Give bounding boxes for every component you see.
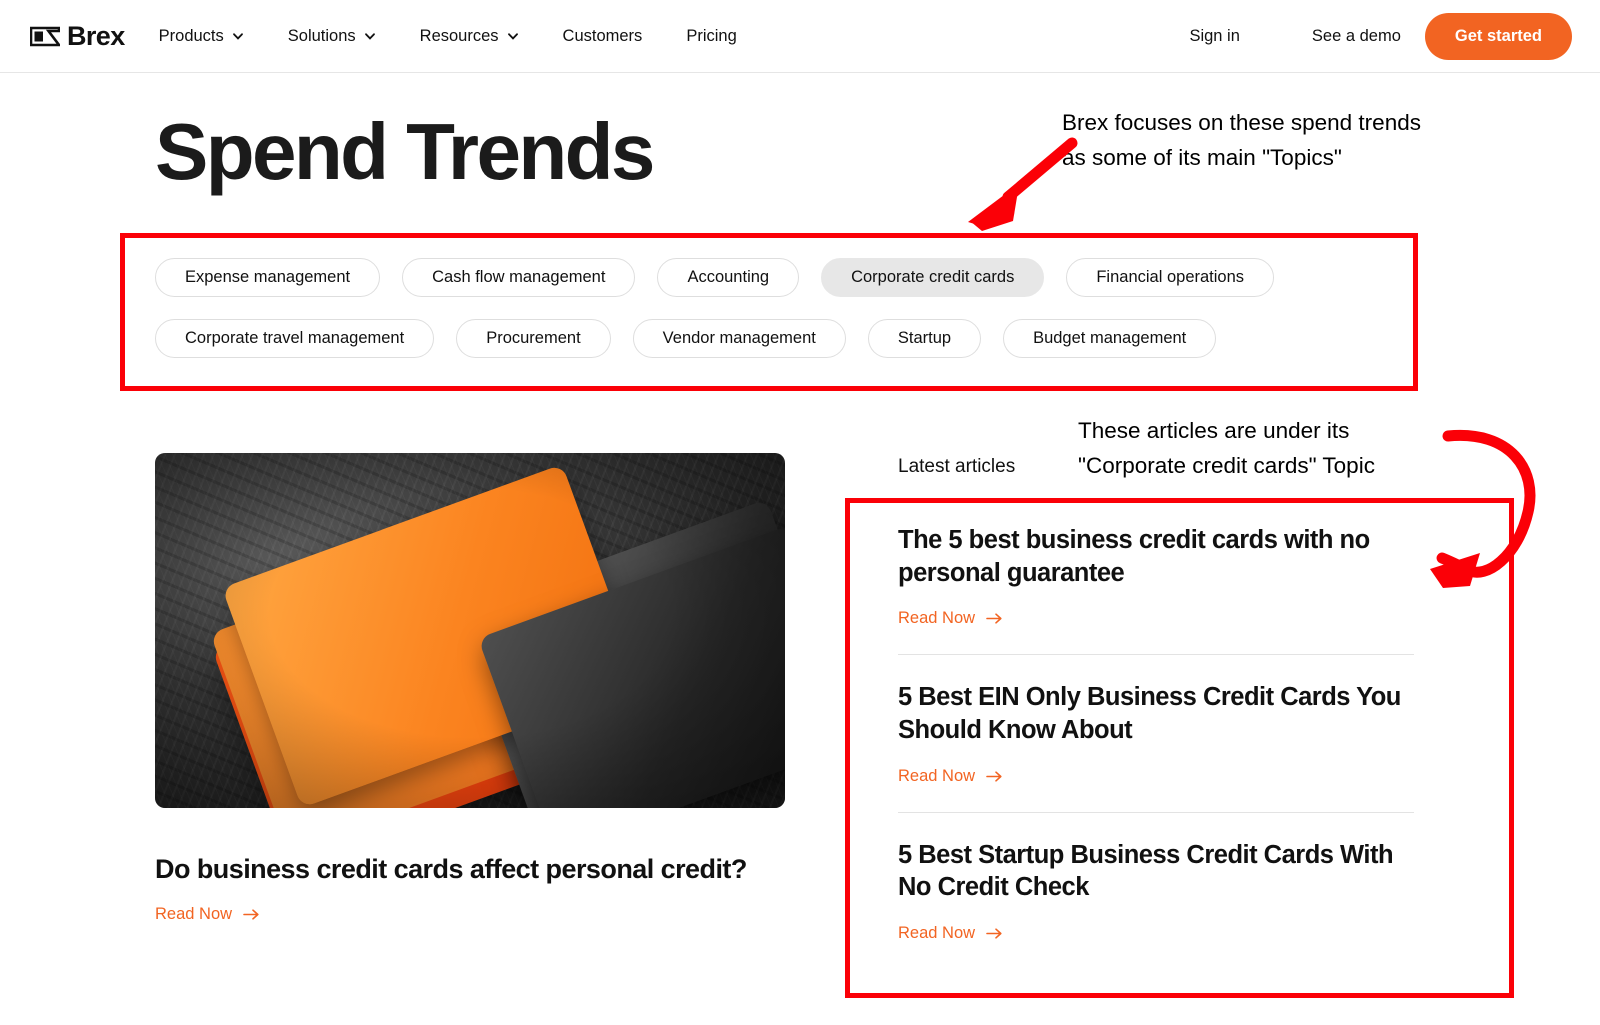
nav-item-resources[interactable]: Resources bbox=[420, 21, 519, 52]
topic-pill-budget-management[interactable]: Budget management bbox=[1003, 319, 1217, 358]
see-a-demo-link[interactable]: See a demo bbox=[1312, 21, 1401, 52]
image-vignette bbox=[155, 453, 785, 808]
arrow-right-icon bbox=[986, 613, 1002, 624]
nav-item-customers[interactable]: Customers bbox=[563, 21, 643, 52]
list-item[interactable]: The 5 best business credit cards with no… bbox=[898, 500, 1414, 654]
brex-logo[interactable]: Brex bbox=[30, 20, 125, 51]
topic-pill-accounting[interactable]: Accounting bbox=[657, 258, 800, 297]
latest-articles-label: Latest articles bbox=[898, 456, 1016, 477]
nav-item-products-label: Products bbox=[158, 26, 224, 45]
arrow-right-icon bbox=[243, 909, 259, 920]
article-read-now-link[interactable]: Read Now bbox=[898, 609, 1003, 628]
topic-pill-financial-operations[interactable]: Financial operations bbox=[1066, 258, 1275, 297]
topic-pill-procurement[interactable]: Procurement bbox=[456, 319, 611, 358]
article-read-now-link[interactable]: Read Now bbox=[898, 767, 1003, 786]
annotation-arrow-curved bbox=[1430, 429, 1536, 588]
topic-filter-pills: Expense management Cash flow management … bbox=[155, 258, 1395, 358]
article-title: 5 Best EIN Only Business Credit Cards Yo… bbox=[898, 683, 1401, 744]
chevron-down-icon bbox=[507, 33, 518, 40]
featured-article-image bbox=[155, 453, 785, 808]
nav-item-products[interactable]: Products bbox=[159, 21, 244, 52]
nav-item-resources-label: Resources bbox=[419, 26, 499, 45]
featured-article-title: Do business credit cards affect personal… bbox=[155, 854, 747, 884]
nav-item-pricing[interactable]: Pricing bbox=[686, 21, 736, 52]
topic-pill-cash-flow-management[interactable]: Cash flow management bbox=[402, 258, 636, 297]
latest-articles-list: The 5 best business credit cards with no… bbox=[898, 500, 1414, 969]
annotation-arrow-straight bbox=[968, 137, 1078, 231]
featured-read-now-link[interactable]: Read Now bbox=[155, 905, 260, 924]
list-item[interactable]: 5 Best Startup Business Credit Cards Wit… bbox=[898, 811, 1414, 969]
sign-in-link[interactable]: Sign in bbox=[1189, 21, 1239, 52]
brex-logo-text: Brex bbox=[67, 20, 125, 51]
annotation-note-articles: These articles are under its "Corporate … bbox=[1078, 418, 1375, 478]
arrow-right-icon bbox=[986, 770, 1002, 782]
get-started-button[interactable]: Get started bbox=[1424, 13, 1572, 60]
chevron-down-icon bbox=[232, 33, 243, 40]
article-read-now-link[interactable]: Read Now bbox=[898, 924, 1003, 943]
primary-nav-links: Products Solutions Resources Customers P… bbox=[159, 21, 737, 52]
nav-item-solutions[interactable]: Solutions bbox=[288, 21, 376, 52]
chevron-down-icon bbox=[364, 33, 375, 40]
featured-article-card[interactable]: Do business credit cards affect personal… bbox=[155, 453, 785, 924]
annotation-note-topics: Brex focuses on these spend trends as so… bbox=[1062, 110, 1421, 170]
topic-pill-startup[interactable]: Startup bbox=[867, 319, 982, 358]
nav-actions: Sign in See a demo Get started bbox=[1189, 0, 1572, 73]
topic-pill-corporate-travel-management[interactable]: Corporate travel management bbox=[155, 319, 435, 358]
topic-pill-vendor-management[interactable]: Vendor management bbox=[632, 319, 846, 358]
page-title: Spend Trends bbox=[155, 107, 655, 196]
article-title: The 5 best business credit cards with no… bbox=[898, 526, 1370, 587]
nav-item-customers-label: Customers bbox=[562, 26, 643, 45]
article-read-now-label: Read Now bbox=[898, 766, 976, 785]
article-read-now-label: Read Now bbox=[898, 923, 976, 942]
page-root: Brex Products Solutions Resources Custom… bbox=[0, 0, 1600, 1025]
article-title: 5 Best Startup Business Credit Cards Wit… bbox=[898, 840, 1394, 902]
topic-pill-expense-management[interactable]: Expense management bbox=[155, 258, 381, 297]
arrow-right-icon bbox=[986, 928, 1002, 939]
nav-item-solutions-label: Solutions bbox=[287, 26, 356, 45]
article-read-now-label: Read Now bbox=[898, 609, 976, 628]
featured-read-now-label: Read Now bbox=[155, 904, 233, 923]
brex-flag-logo-icon bbox=[30, 26, 60, 46]
list-item[interactable]: 5 Best EIN Only Business Credit Cards Yo… bbox=[898, 654, 1414, 811]
top-navigation-bar: Brex Products Solutions Resources Custom… bbox=[0, 0, 1600, 73]
nav-item-pricing-label: Pricing bbox=[686, 26, 737, 45]
topic-pill-corporate-credit-cards[interactable]: Corporate credit cards bbox=[821, 258, 1045, 297]
